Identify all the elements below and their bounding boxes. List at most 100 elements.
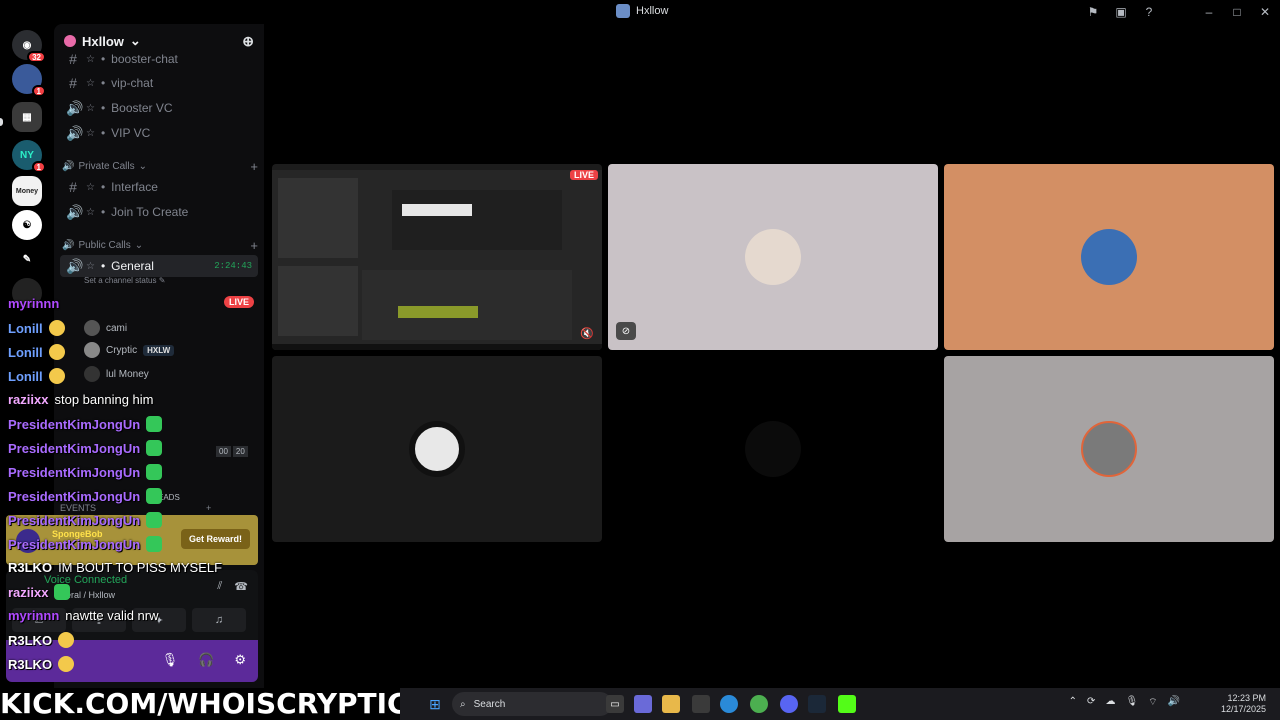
server-name: Hxllow (82, 33, 124, 49)
server-icon-ny[interactable]: NY 1 (12, 140, 46, 173)
emote-icon (48, 320, 65, 336)
chat-username: myrinnn (8, 608, 60, 623)
wifi-icon[interactable]: ⌔ (1148, 696, 1157, 709)
voice-user-cryptic[interactable]: Cryptic HXLW (84, 342, 175, 358)
system-tray: ⌃ ⟳ ☁ 🎙 ⌔ 🔊 (1069, 696, 1180, 709)
clock-time: 12:23 PM (1227, 693, 1266, 703)
soundboard-button[interactable]: ♫ (192, 608, 246, 632)
channel-vip-vc[interactable]: 🔊 ☆ • VIP VC (60, 122, 258, 144)
chat-username: PresidentKimJongUn (8, 536, 141, 552)
voice-connected-panel: Voice Connected eral / Hxllow ⫽ ☎ ⎚ ⇪ ✦ … (6, 570, 258, 640)
server-icon-money[interactable]: Money (12, 176, 42, 206)
copilot-icon[interactable] (634, 695, 652, 713)
voice-user-lul-money[interactable]: lul Money (84, 366, 149, 382)
chat-username: Lonill (8, 320, 43, 336)
discord-taskbar-icon[interactable] (780, 695, 798, 713)
counter-limit: 20 (232, 446, 248, 457)
server-icon-panda[interactable]: ☯ (12, 210, 42, 240)
chevron-down-icon: ⌄ (134, 239, 144, 251)
channel-label: Booster VC (111, 101, 173, 115)
flag-icon[interactable]: ⚑ (1086, 5, 1100, 19)
add-channel-icon[interactable]: + (250, 238, 258, 253)
maximize-icon[interactable]: □ (1230, 5, 1244, 19)
cloud-icon[interactable]: ☁ (1105, 696, 1115, 709)
avatar (84, 342, 100, 358)
gear-icon[interactable]: ⚙ (234, 652, 246, 668)
clock[interactable]: 12:23 PM 12/17/2025 (1221, 693, 1266, 715)
guild-tag: HXLW (143, 344, 175, 356)
speaker-icon: 🔊 (62, 239, 75, 251)
server-badge: 1 (31, 85, 46, 97)
get-reward-button[interactable]: Get Reward! (180, 529, 250, 549)
file-explorer-icon[interactable] (662, 695, 680, 713)
add-event-icon[interactable]: + (206, 503, 211, 513)
speaker-icon: 🔊 (66, 99, 84, 116)
emote-icon (146, 488, 163, 504)
category-label: Public Calls (78, 239, 131, 251)
close-icon[interactable]: ✕ (1258, 5, 1272, 19)
star-icon: ☆ (86, 206, 95, 218)
steam-icon[interactable] (808, 695, 826, 713)
channel-status[interactable]: Set a channel status ✎ (84, 276, 165, 285)
minimize-icon[interactable]: – (1202, 5, 1216, 19)
participant-tile[interactable]: ⊘ (608, 164, 938, 350)
participant-tile[interactable] (944, 356, 1274, 542)
participant-tile[interactable] (272, 356, 602, 542)
volume-icon[interactable]: 🔊 (1168, 696, 1180, 709)
direct-messages-button[interactable]: ◉ 32 (12, 30, 46, 63)
star-icon: ☆ (86, 127, 95, 139)
server-icon-1[interactable]: 1 (12, 64, 46, 97)
channel-booster-vc[interactable]: 🔊 ☆ • Booster VC (60, 97, 258, 119)
sync-icon[interactable]: ⟳ (1087, 696, 1095, 709)
headphones-icon[interactable]: 🎧 (198, 652, 214, 668)
edge-icon[interactable] (720, 695, 738, 713)
channel-join-to-create[interactable]: 🔊 ☆ • Join To Create (60, 201, 258, 223)
muted-speaker-icon[interactable]: 🔇 (580, 327, 594, 340)
category-private-calls[interactable]: 🔊 Private Calls ⌄ + (62, 158, 258, 174)
emote-icon (146, 440, 163, 456)
server-icon-pen[interactable]: ✎ (12, 244, 42, 274)
channel-vip-chat[interactable]: # ☆ • vip-chat (60, 72, 258, 94)
participant-tile[interactable] (944, 164, 1274, 350)
invite-icon[interactable]: ⊕ (242, 33, 254, 50)
server-money-label: Money (15, 187, 39, 195)
server-ny-label: NY (20, 149, 34, 161)
chat-message: raziixx (8, 584, 71, 600)
category-public-calls[interactable]: 🔊 Public Calls ⌄ + (62, 237, 258, 253)
chat-message: myrinnn nawtte valid nrw (8, 608, 159, 623)
help-icon[interactable]: ? (1142, 5, 1156, 19)
channel-booster-chat[interactable]: # ☆ • booster-chat (60, 48, 258, 70)
chat-message: Lonill (8, 344, 65, 360)
window-title-text: Hxllow (636, 5, 669, 17)
add-channel-icon[interactable]: + (250, 159, 258, 174)
kick-app-icon[interactable] (838, 695, 856, 713)
noise-suppression-icon[interactable]: ⫽ (217, 580, 222, 593)
microphone-icon[interactable]: 🎙 (162, 652, 179, 668)
app-icon (616, 4, 630, 18)
channel-general[interactable]: 🔊 ☆ • General 2:24:43 (60, 255, 258, 277)
text-channel-icon: # (69, 51, 77, 67)
server-icon-2[interactable]: ▦ (12, 102, 42, 132)
chat-message: Lonill (8, 368, 65, 384)
mic-tray-icon[interactable]: 🎙 (1125, 696, 1138, 709)
channel-label: Join To Create (111, 205, 189, 219)
inbox-icon[interactable]: ▣ (1114, 5, 1128, 19)
chrome-icon[interactable] (750, 695, 768, 713)
chevron-up-icon[interactable]: ⌃ (1069, 696, 1077, 709)
stream-tile[interactable]: LIVE 🔇 (272, 164, 602, 350)
chat-message: PresidentKimJongUn (8, 440, 163, 456)
taskbar-search[interactable]: ⌕ Search (452, 692, 612, 716)
voice-user-name: Cryptic (106, 344, 138, 356)
task-view-icon[interactable]: ▭ (606, 695, 624, 713)
voice-user-cami[interactable]: cami (84, 320, 127, 336)
chat-username: Lonill (8, 368, 43, 384)
channel-interface[interactable]: # ☆ • Interface (60, 176, 258, 198)
participant-tile[interactable] (608, 356, 938, 542)
disconnect-icon[interactable]: ☎ (234, 580, 248, 593)
start-icon[interactable]: ⊞ (426, 695, 444, 713)
chat-username: PresidentKimJongUn (8, 488, 141, 504)
voice-location[interactable]: eral / Hxllow (66, 590, 115, 600)
chat-message: Lonill (8, 320, 65, 336)
store-icon[interactable] (692, 695, 710, 713)
chat-message: R3LKO IM BOUT TO PISS MYSELF (8, 560, 222, 575)
